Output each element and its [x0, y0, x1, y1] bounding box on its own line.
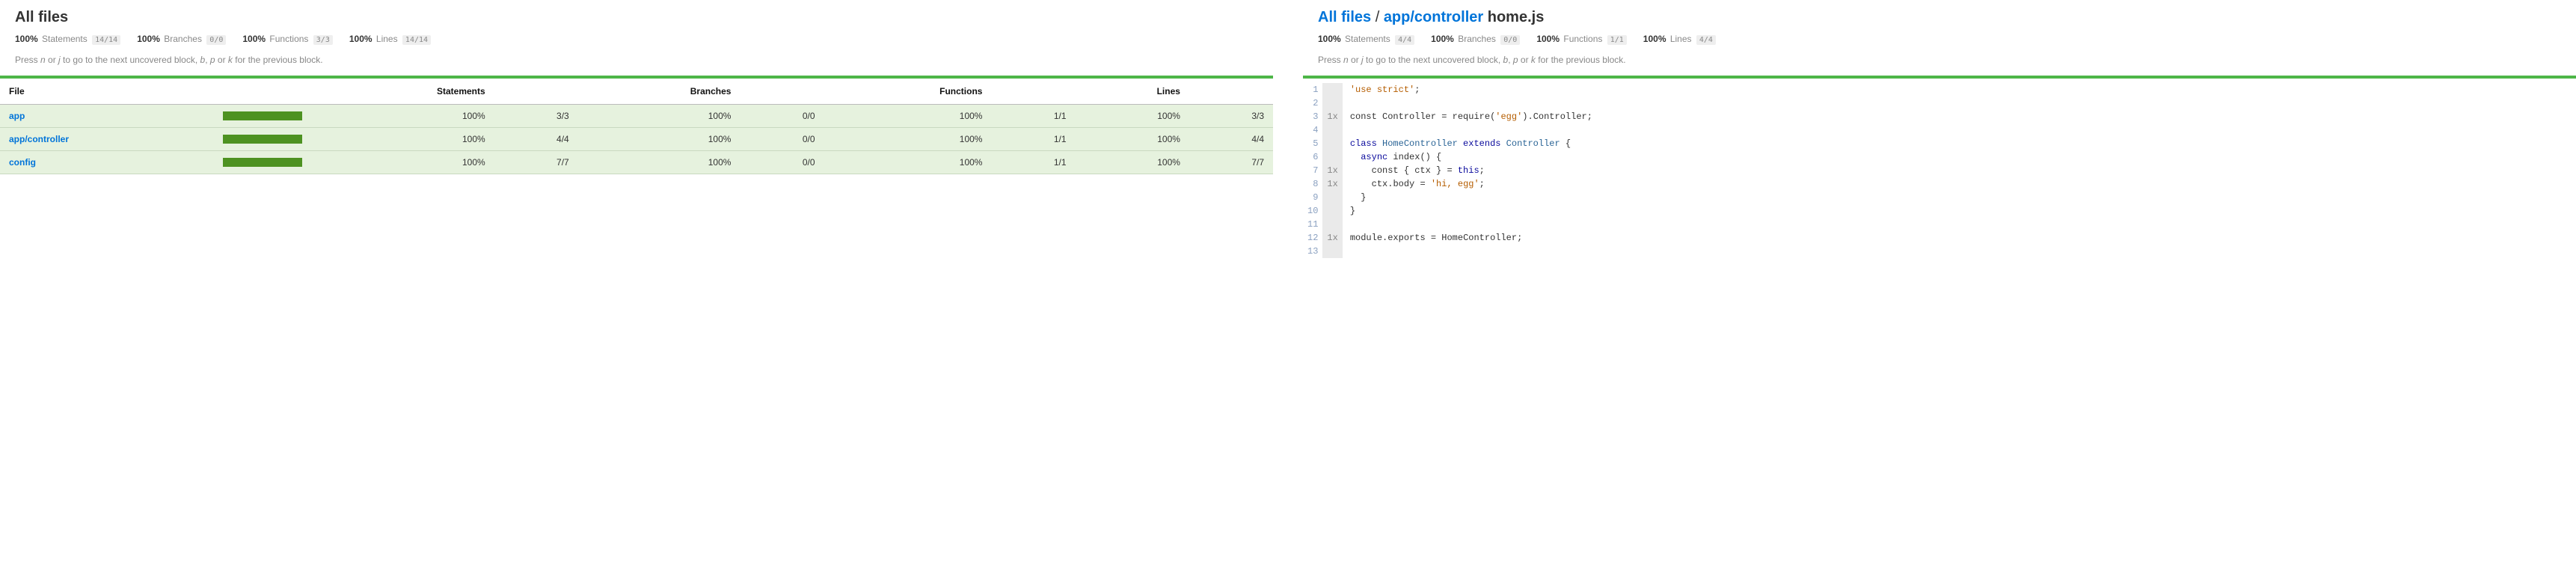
stat-lines: 100% Lines 14/14 — [349, 34, 431, 44]
col-lines[interactable]: Lines — [1076, 79, 1189, 105]
lines-frac: 4/4 — [1189, 128, 1273, 151]
breadcrumb: All files / app/controller home.js — [1318, 9, 2561, 26]
stat-branches: 100% Branches 0/0 — [137, 34, 226, 44]
keyboard-hint: Press n or j to go to the next uncovered… — [15, 55, 1258, 65]
col-branches-frac — [740, 79, 824, 105]
stats-line: 100% Statements 14/14 100% Branches 0/0 … — [15, 34, 1258, 44]
stat-branches: 100% Branches 0/0 — [1431, 34, 1520, 44]
lines-pct: 100% — [1076, 151, 1189, 174]
file-link[interactable]: app — [9, 111, 25, 121]
branches-frac: 0/0 — [740, 151, 824, 174]
branches-frac: 0/0 — [740, 128, 824, 151]
branches-pct: 100% — [578, 128, 740, 151]
lines-frac: 7/7 — [1189, 151, 1273, 174]
stats-line: 100% Statements 4/4 100% Branches 0/0 10… — [1318, 34, 2561, 44]
lines-pct: 100% — [1076, 105, 1189, 128]
table-row: config100%7/7100%0/0100%1/1100%7/7 — [0, 151, 1273, 174]
coverage-summary-panel: All files 100% Statements 14/14 100% Bra… — [0, 0, 1273, 258]
statements-frac: 4/4 — [494, 128, 578, 151]
col-file[interactable]: File — [0, 79, 214, 105]
functions-pct: 100% — [824, 105, 992, 128]
source-code: 'use strict'; const Controller = require… — [1343, 83, 1592, 258]
file-cell: config — [0, 151, 214, 174]
statements-pct: 100% — [311, 151, 494, 174]
stat-functions: 100% Functions 3/3 — [242, 34, 332, 44]
keyboard-hint: Press n or j to go to the next uncovered… — [1318, 55, 2561, 65]
line-number-gutter: 12345678910111213 — [1303, 83, 1322, 258]
source-viewer: 12345678910111213 1x 1x1x 1x 'use strict… — [1303, 79, 2576, 258]
statements-frac: 7/7 — [494, 151, 578, 174]
hit-count-gutter: 1x 1x1x 1x — [1322, 83, 1342, 258]
branches-frac: 0/0 — [740, 105, 824, 128]
functions-frac: 1/1 — [991, 151, 1075, 174]
col-chart — [214, 79, 311, 105]
lines-frac: 3/3 — [1189, 105, 1273, 128]
file-cell: app — [0, 105, 214, 128]
table-row: app100%3/3100%0/0100%1/1100%3/3 — [0, 105, 1273, 128]
file-link[interactable]: app/controller — [9, 134, 69, 144]
functions-pct: 100% — [824, 128, 992, 151]
coverage-table: File Statements Branches Functions Lines… — [0, 79, 1273, 174]
file-cell: app/controller — [0, 128, 214, 151]
functions-frac: 1/1 — [991, 105, 1075, 128]
stat-functions: 100% Functions 1/1 — [1536, 34, 1626, 44]
chart-cell — [214, 151, 311, 174]
table-row: app/controller100%4/4100%0/0100%1/1100%4… — [0, 128, 1273, 151]
coverage-bar-fill — [223, 111, 302, 120]
col-branches[interactable]: Branches — [578, 79, 740, 105]
col-statements-frac — [494, 79, 578, 105]
col-functions-frac — [991, 79, 1075, 105]
breadcrumb-folder[interactable]: app/controller — [1384, 9, 1483, 25]
functions-pct: 100% — [824, 151, 992, 174]
functions-frac: 1/1 — [991, 128, 1075, 151]
col-functions[interactable]: Functions — [824, 79, 992, 105]
breadcrumb-root[interactable]: All files — [1318, 9, 1371, 25]
statements-pct: 100% — [311, 105, 494, 128]
coverage-bar-fill — [223, 135, 302, 144]
branches-pct: 100% — [578, 151, 740, 174]
lines-pct: 100% — [1076, 128, 1189, 151]
breadcrumb-file: home.js — [1488, 9, 1545, 25]
file-link[interactable]: config — [9, 157, 36, 168]
col-lines-frac — [1189, 79, 1273, 105]
coverage-bar-fill — [223, 158, 302, 167]
chart-cell — [214, 105, 311, 128]
branches-pct: 100% — [578, 105, 740, 128]
chart-cell — [214, 128, 311, 151]
coverage-file-panel: All files / app/controller home.js 100% … — [1303, 0, 2576, 258]
stat-statements: 100% Statements 4/4 — [1318, 34, 1414, 44]
statements-frac: 3/3 — [494, 105, 578, 128]
statements-pct: 100% — [311, 128, 494, 151]
col-statements[interactable]: Statements — [311, 79, 494, 105]
page-title: All files — [15, 9, 1258, 26]
stat-lines: 100% Lines 4/4 — [1643, 34, 1716, 44]
stat-statements: 100% Statements 14/14 — [15, 34, 120, 44]
